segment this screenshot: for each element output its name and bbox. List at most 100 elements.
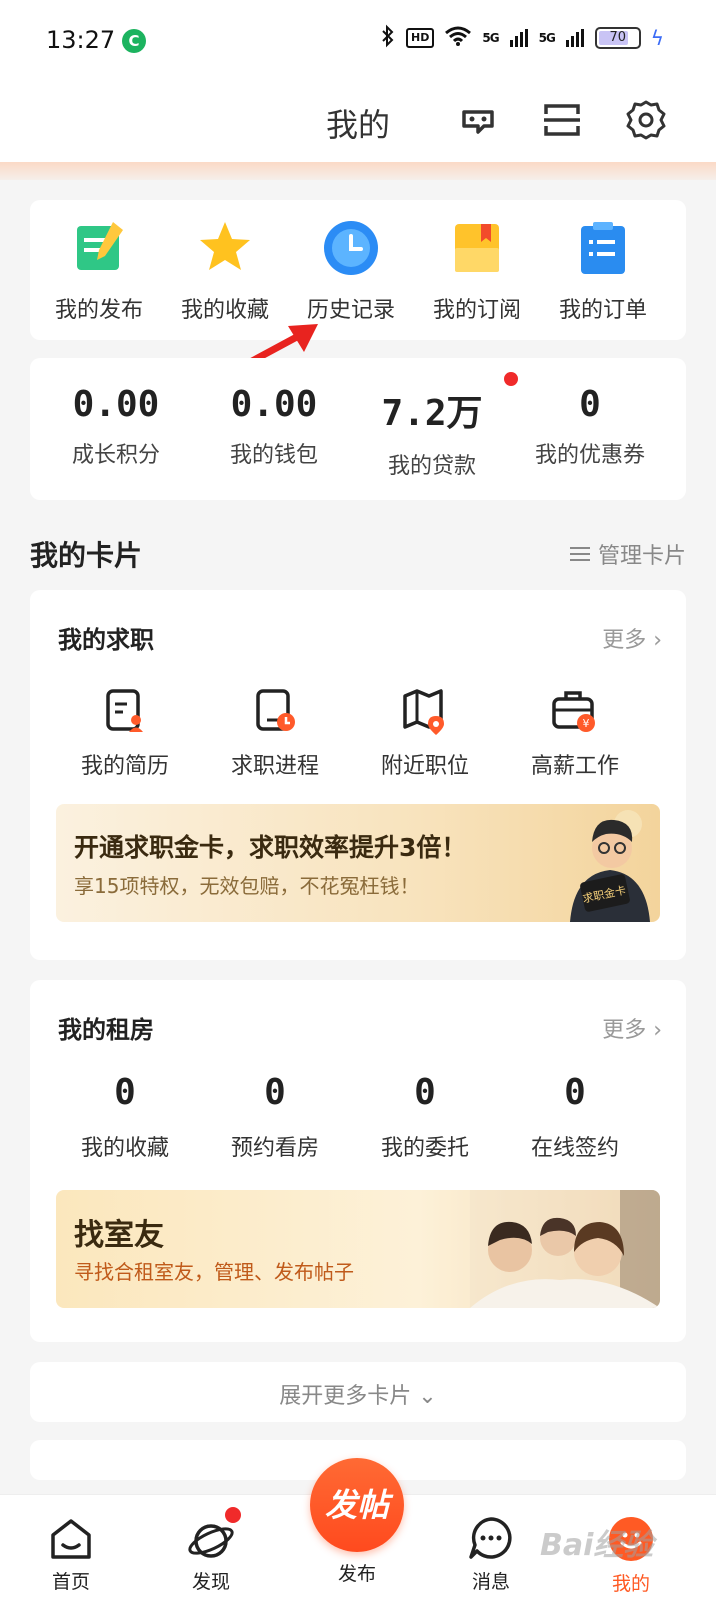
tab-label: 消息 bbox=[471, 1571, 510, 1593]
quick-item-subscriptions[interactable]: 我的订阅 bbox=[412, 218, 542, 324]
status-indicators: HD 5G 5G 70 ϟ bbox=[380, 24, 664, 52]
map-pin-icon bbox=[400, 686, 450, 736]
quick-label: 我的发布 bbox=[54, 298, 143, 323]
quick-item-orders[interactable]: 我的订单 bbox=[538, 218, 668, 324]
page-header: 我的 bbox=[0, 80, 716, 162]
charging-icon: ϟ bbox=[650, 26, 664, 50]
stat-label: 我的优惠券 bbox=[534, 443, 645, 468]
settings-icon[interactable] bbox=[624, 98, 668, 142]
publish-post-button[interactable]: 发帖 bbox=[310, 1458, 404, 1552]
job-item-high-salary[interactable]: ¥ 高薪工作 bbox=[500, 686, 650, 780]
cards-section-title: 我的卡片 bbox=[30, 539, 143, 572]
tab-label: 我的 bbox=[611, 1573, 650, 1595]
job-item-label: 我的简历 bbox=[80, 754, 169, 779]
signal-5g-icon-2: 5G bbox=[538, 31, 556, 45]
hd-icon: HD bbox=[406, 28, 435, 48]
wifi-icon bbox=[444, 25, 472, 51]
stat-value: 0 bbox=[579, 384, 601, 425]
customer-service-icon[interactable] bbox=[456, 98, 500, 142]
tab-messages[interactable]: 消息 bbox=[446, 1515, 536, 1594]
job-item-label: 附近职位 bbox=[380, 754, 469, 779]
job-item-progress[interactable]: 求职进程 bbox=[200, 686, 350, 780]
rent-item-value: 0 bbox=[414, 1072, 436, 1113]
tab-home[interactable]: 首页 bbox=[26, 1515, 116, 1594]
rent-item-label: 在线签约 bbox=[530, 1136, 619, 1161]
rent-item-value: 0 bbox=[114, 1072, 136, 1113]
signal-bars-icon bbox=[509, 29, 528, 47]
status-time: 13:27 bbox=[46, 26, 116, 54]
job-more-link[interactable]: 更多 › bbox=[602, 622, 662, 654]
resume-icon bbox=[100, 686, 150, 736]
stat-label: 我的钱包 bbox=[229, 443, 318, 468]
quick-label: 我的订阅 bbox=[432, 298, 521, 323]
rent-item-value: 0 bbox=[564, 1072, 586, 1113]
stat-value: 0.00 bbox=[72, 384, 160, 425]
job-banner-subtitle: 享15项特权，无效包赔，不花冤枉钱！ bbox=[74, 874, 420, 898]
stat-loan[interactable]: 7.2万 我的贷款 bbox=[352, 384, 512, 480]
rent-item-entrust[interactable]: 0 我的委托 bbox=[350, 1068, 500, 1162]
rent-item-favorites[interactable]: 0 我的收藏 bbox=[50, 1068, 200, 1162]
rent-item-label: 我的收藏 bbox=[80, 1136, 169, 1161]
bookmark-folder-icon bbox=[447, 218, 507, 278]
home-icon bbox=[47, 1515, 95, 1563]
quick-item-favorites[interactable]: 我的收藏 bbox=[160, 218, 290, 324]
expand-more-cards-button[interactable]: 展开更多卡片 ⌄ bbox=[30, 1362, 686, 1422]
header-band bbox=[0, 162, 716, 180]
svg-text:¥: ¥ bbox=[583, 717, 590, 730]
progress-icon bbox=[250, 686, 300, 736]
rent-item-label: 我的委托 bbox=[380, 1136, 469, 1161]
stat-label: 我的贷款 bbox=[387, 454, 476, 479]
stat-wallet[interactable]: 0.00 我的钱包 bbox=[194, 384, 354, 469]
job-item-resume[interactable]: 我的简历 bbox=[50, 686, 200, 780]
star-icon bbox=[195, 218, 255, 278]
mascot-illustration-icon: 求职金卡 bbox=[570, 810, 650, 922]
rent-banner-subtitle: 寻找合租室友，管理、发布帖子 bbox=[74, 1260, 354, 1284]
edit-note-icon bbox=[69, 218, 129, 278]
discover-notification-dot bbox=[225, 1507, 241, 1523]
job-item-label: 求职进程 bbox=[230, 754, 319, 779]
list-icon bbox=[569, 546, 590, 562]
manage-cards-label: 管理卡片 bbox=[597, 544, 686, 569]
planet-icon bbox=[187, 1507, 241, 1563]
rent-banner-title: 找室友 bbox=[74, 1218, 164, 1253]
quick-label: 我的订单 bbox=[558, 298, 647, 323]
stat-coupons[interactable]: 0 我的优惠券 bbox=[510, 384, 670, 469]
quick-actions-card: 我的发布 我的收藏 历史记录 我的订阅 我的订单 bbox=[30, 200, 686, 340]
signal-bars-icon-2 bbox=[565, 29, 584, 47]
job-banner-title: 开通求职金卡，求职效率提升3倍！ bbox=[74, 833, 467, 862]
app-notification-icon: C bbox=[122, 29, 146, 53]
tab-label: 发布 bbox=[337, 1563, 376, 1585]
roommates-photo-icon bbox=[470, 1190, 660, 1308]
find-roommate-banner[interactable]: 找室友 寻找合租室友，管理、发布帖子 bbox=[56, 1190, 660, 1308]
rent-item-contract[interactable]: 0 在线签约 bbox=[500, 1068, 650, 1162]
scan-icon[interactable] bbox=[540, 98, 584, 142]
job-card-title: 我的求职 bbox=[58, 626, 154, 654]
status-bar: 13:27 C HD 5G 5G 70 ϟ bbox=[0, 0, 716, 80]
message-icon bbox=[467, 1515, 515, 1563]
tab-discover[interactable]: 发现 bbox=[166, 1507, 256, 1594]
expand-label: 展开更多卡片 ⌄ bbox=[279, 1384, 437, 1409]
job-item-nearby[interactable]: 附近职位 bbox=[350, 686, 500, 780]
stat-growth-points[interactable]: 0.00 成长积分 bbox=[36, 384, 196, 469]
stats-card: 0.00 成长积分 0.00 我的钱包 7.2万 我的贷款 0 我的优惠券 bbox=[30, 358, 686, 500]
quick-item-my-posts[interactable]: 我的发布 bbox=[34, 218, 164, 324]
tab-label: 首页 bbox=[51, 1571, 90, 1593]
rent-item-viewing[interactable]: 0 预约看房 bbox=[200, 1068, 350, 1162]
watermark-text: Bai经验 bbox=[540, 1528, 654, 1563]
rent-more-link[interactable]: 更多 › bbox=[602, 1012, 662, 1044]
rent-item-label: 预约看房 bbox=[230, 1136, 319, 1161]
rent-card: 我的租房 更多 › 0 我的收藏 0 预约看房 0 我的委托 0 在线签约 找室… bbox=[30, 980, 686, 1342]
battery-icon: 70 bbox=[594, 27, 641, 49]
page-title: 我的 bbox=[326, 106, 391, 144]
job-gold-card-banner[interactable]: 开通求职金卡，求职效率提升3倍！ 享15项特权，无效包赔，不花冤枉钱！ 求职金卡 bbox=[56, 804, 660, 922]
tab-publish[interactable]: 发布 bbox=[312, 1555, 402, 1586]
manage-cards-button[interactable]: 管理卡片 bbox=[569, 538, 686, 570]
rent-card-title: 我的租房 bbox=[58, 1016, 154, 1044]
job-card: 我的求职 更多 › 我的简历 求职进程 附近职位 ¥ 高薪工作 开通求职金卡，求… bbox=[30, 590, 686, 960]
quick-item-history[interactable]: 历史记录 bbox=[286, 218, 416, 324]
briefcase-icon: ¥ bbox=[550, 686, 600, 736]
stat-value: 7.2万 bbox=[381, 393, 483, 434]
rent-item-value: 0 bbox=[264, 1072, 286, 1113]
battery-level: 70 bbox=[609, 30, 627, 45]
signal-5g-icon: 5G bbox=[482, 31, 499, 45]
